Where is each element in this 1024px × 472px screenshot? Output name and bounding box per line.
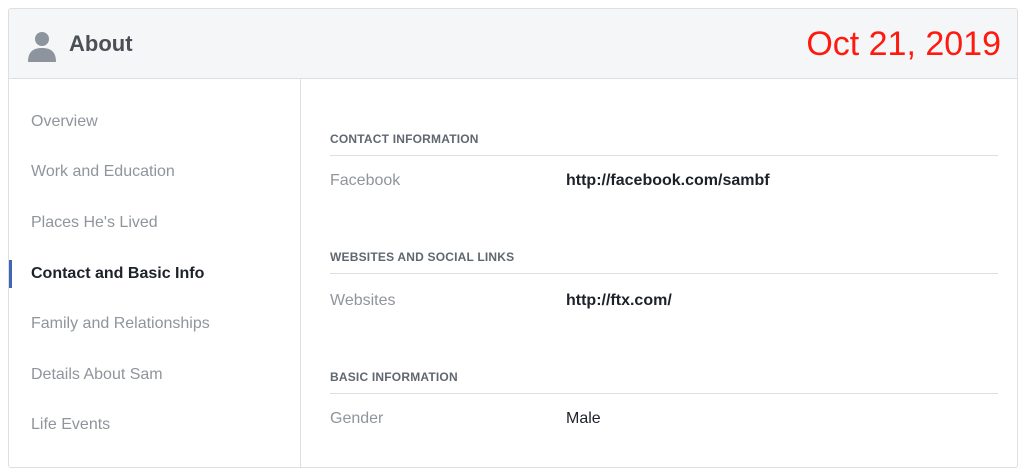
- sidebar-item-life-events[interactable]: Life Events: [9, 407, 300, 443]
- page-title: About: [69, 31, 133, 56]
- person-icon: [28, 32, 56, 62]
- sidebar-item-details-about[interactable]: Details About Sam: [9, 357, 300, 393]
- field-label-websites: Websites: [330, 292, 396, 309]
- sidebar-item-family-relationships[interactable]: Family and Relationships: [9, 306, 300, 342]
- date-stamp: Oct 21, 2019: [806, 25, 1001, 63]
- field-label-gender: Gender: [330, 410, 384, 427]
- website-link[interactable]: http://ftx.com/: [566, 291, 672, 311]
- about-card: About Oct 21, 2019 Overview Work and Edu…: [8, 8, 1018, 468]
- sidebar-item-overview[interactable]: Overview: [9, 104, 300, 140]
- facebook-link[interactable]: http://facebook.com/sambf: [566, 171, 770, 191]
- sidebar-item-places-lived[interactable]: Places He's Lived: [9, 205, 300, 241]
- about-header: About Oct 21, 2019: [9, 9, 1017, 79]
- section-title-websites-social-links: WEBSITES AND SOCIAL LINKS: [330, 249, 998, 274]
- field-value-gender: Male: [566, 410, 601, 427]
- sidebar-item-contact-basic-info[interactable]: Contact and Basic Info: [9, 256, 300, 292]
- about-content: CONTACT INFORMATION Facebook http://face…: [301, 79, 1017, 467]
- section-title-contact-information: CONTACT INFORMATION: [330, 131, 998, 156]
- about-sidebar: Overview Work and Education Places He's …: [9, 79, 301, 467]
- sidebar-item-work-and-education[interactable]: Work and Education: [9, 154, 300, 190]
- section-title-basic-information: BASIC INFORMATION: [330, 369, 998, 394]
- field-label-facebook: Facebook: [330, 172, 401, 189]
